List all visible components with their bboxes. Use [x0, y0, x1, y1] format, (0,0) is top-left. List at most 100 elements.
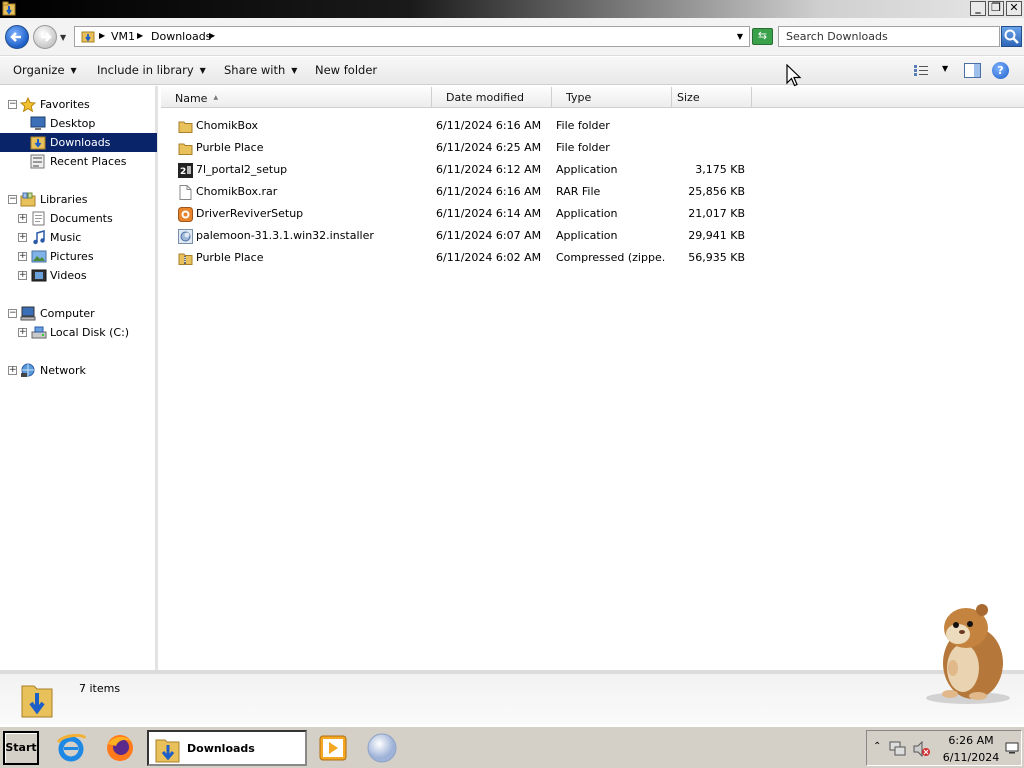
nav-documents[interactable]: + Documents	[0, 209, 157, 228]
taskbar-window-downloads[interactable]: Downloads	[147, 730, 307, 766]
file-row[interactable]: DriverReviverSetup 6/11/2024 6:14 AM App…	[161, 203, 1024, 225]
file-row[interactable]: ChomikBox 6/11/2024 6:16 AM File folder	[161, 115, 1024, 137]
nav-music[interactable]: + Music	[0, 228, 157, 247]
file-type: File folder	[556, 119, 610, 132]
media-player-icon[interactable]	[317, 732, 349, 764]
breadcrumb-separator[interactable]: ▶	[99, 31, 105, 40]
nav-downloads-label: Downloads	[50, 136, 111, 149]
minimize-button[interactable]: _	[970, 1, 986, 16]
file-type: File folder	[556, 141, 610, 154]
column-name-label: Name	[175, 92, 208, 105]
internet-explorer-icon[interactable]	[55, 732, 87, 764]
navigation-pane: − Favorites Desktop Downloads Recent Pla…	[0, 86, 158, 670]
file-name: ChomikBox	[196, 119, 258, 132]
file-date: 6/11/2024 6:02 AM	[436, 251, 542, 264]
help-icon[interactable]: ?	[992, 62, 1009, 79]
file-type: Application	[556, 229, 618, 242]
back-arrow-icon	[10, 32, 21, 42]
include-in-library-label: Include in library	[97, 63, 194, 77]
column-header-name[interactable]: Name ▲	[161, 87, 432, 108]
column-header-date[interactable]: Date modified	[432, 87, 552, 108]
nav-network[interactable]: + Network	[0, 361, 157, 380]
system-tray: ⌃ 6:26 AM 6/11/2024	[866, 730, 1022, 766]
collapse-toggle[interactable]: −	[8, 195, 17, 204]
breadcrumb-vm1[interactable]: VM1	[111, 30, 135, 43]
column-header-size[interactable]: Size	[672, 87, 752, 108]
file-size: 29,941 KB	[688, 229, 745, 242]
forward-button[interactable]	[33, 25, 57, 49]
expand-toggle[interactable]: +	[18, 252, 27, 261]
organize-label: Organize	[13, 63, 65, 77]
expand-toggle[interactable]: +	[18, 214, 27, 223]
back-button[interactable]	[5, 25, 29, 49]
star-icon	[20, 97, 36, 112]
nav-local-disk[interactable]: + Local Disk (C:)	[0, 323, 157, 342]
app-orb-icon[interactable]	[366, 732, 398, 764]
file-row[interactable]: palemoon-31.3.1.win32.installer 6/11/202…	[161, 225, 1024, 247]
nav-computer[interactable]: − Computer	[0, 304, 157, 323]
collapse-toggle[interactable]: −	[8, 309, 17, 318]
breadcrumb-separator[interactable]: ▶	[137, 31, 143, 40]
expand-toggle[interactable]: +	[8, 366, 17, 375]
file-row[interactable]: Purble Place 6/11/2024 6:25 AM File fold…	[161, 137, 1024, 159]
collapse-toggle[interactable]: −	[8, 100, 17, 109]
share-with-menu[interactable]: Share with ▼	[224, 63, 297, 77]
change-view-icon[interactable]	[913, 64, 929, 77]
show-hidden-icons-icon[interactable]: ⌃	[873, 741, 881, 752]
volume-muted-icon[interactable]	[913, 741, 931, 757]
view-options-dropdown[interactable]: ▼	[942, 64, 948, 73]
setup-icon	[178, 207, 193, 222]
network-status-icon[interactable]	[889, 741, 907, 757]
nav-videos[interactable]: + Videos	[0, 266, 157, 285]
address-history-dropdown[interactable]: ▼	[737, 32, 743, 41]
file-row[interactable]: 2 7l_portal2_setup 6/11/2024 6:12 AM App…	[161, 159, 1024, 181]
expand-toggle[interactable]: +	[18, 328, 27, 337]
firefox-icon[interactable]	[104, 732, 136, 764]
nav-pictures[interactable]: + Pictures	[0, 247, 157, 266]
videos-icon	[31, 269, 47, 282]
file-name: Purble Place	[196, 251, 264, 264]
expand-toggle[interactable]: +	[18, 233, 27, 242]
file-date: 6/11/2024 6:16 AM	[436, 185, 542, 198]
nav-libraries[interactable]: − Libraries	[0, 190, 157, 209]
file-row[interactable]: Purble Place 6/11/2024 6:02 AM Compresse…	[161, 247, 1024, 269]
nav-desktop-label: Desktop	[50, 117, 96, 130]
new-folder-button[interactable]: New folder	[315, 63, 377, 77]
organize-menu[interactable]: Organize ▼	[13, 63, 77, 77]
search-input[interactable]: Search Downloads	[778, 26, 1000, 47]
nav-documents-label: Documents	[50, 212, 113, 225]
pictures-icon	[31, 250, 47, 263]
address-row: ▼ ▶ VM1 ▶ Downloads ▶ ▼ ⇆ Search Downloa…	[0, 18, 1024, 56]
column-header-type[interactable]: Type	[552, 87, 672, 108]
close-button[interactable]: ✕	[1006, 1, 1022, 16]
nav-desktop[interactable]: Desktop	[0, 114, 157, 133]
refresh-button[interactable]: ⇆	[752, 28, 773, 45]
file-date: 6/11/2024 6:07 AM	[436, 229, 542, 242]
item-count: 7 items	[79, 682, 121, 695]
nav-libraries-label: Libraries	[40, 193, 88, 206]
nav-recent-places[interactable]: Recent Places	[0, 152, 157, 171]
breadcrumb-separator[interactable]: ▶	[209, 31, 215, 40]
clock-date[interactable]: 6/11/2024	[937, 751, 1005, 764]
file-size: 25,856 KB	[688, 185, 745, 198]
nav-network-label: Network	[40, 364, 86, 377]
search-button[interactable]	[1001, 26, 1022, 47]
nav-favorites[interactable]: − Favorites	[0, 95, 157, 114]
show-desktop-icon[interactable]	[1005, 742, 1019, 754]
recent-pages-dropdown[interactable]: ▼	[60, 33, 66, 42]
expand-toggle[interactable]: +	[18, 271, 27, 280]
breadcrumb-downloads[interactable]: Downloads	[151, 30, 211, 43]
nav-downloads[interactable]: Downloads	[0, 133, 157, 152]
clock-time[interactable]: 6:26 AM	[941, 734, 1001, 747]
preview-pane-icon[interactable]	[964, 63, 981, 78]
nav-favorites-label: Favorites	[40, 98, 90, 111]
file-date: 6/11/2024 6:14 AM	[436, 207, 542, 220]
address-bar[interactable]: ▶ VM1 ▶ Downloads ▶ ▼	[74, 26, 750, 47]
command-bar: Organize ▼ Include in library ▼ Share with…	[0, 57, 1024, 85]
computer-icon	[20, 306, 36, 321]
maximize-button[interactable]: ❐	[988, 1, 1004, 16]
start-button[interactable]: Start	[3, 731, 39, 765]
include-in-library-menu[interactable]: Include in library ▼	[97, 63, 206, 77]
file-name: 7l_portal2_setup	[196, 163, 288, 176]
file-row[interactable]: ChomikBox.rar 6/11/2024 6:16 AM RAR File…	[161, 181, 1024, 203]
